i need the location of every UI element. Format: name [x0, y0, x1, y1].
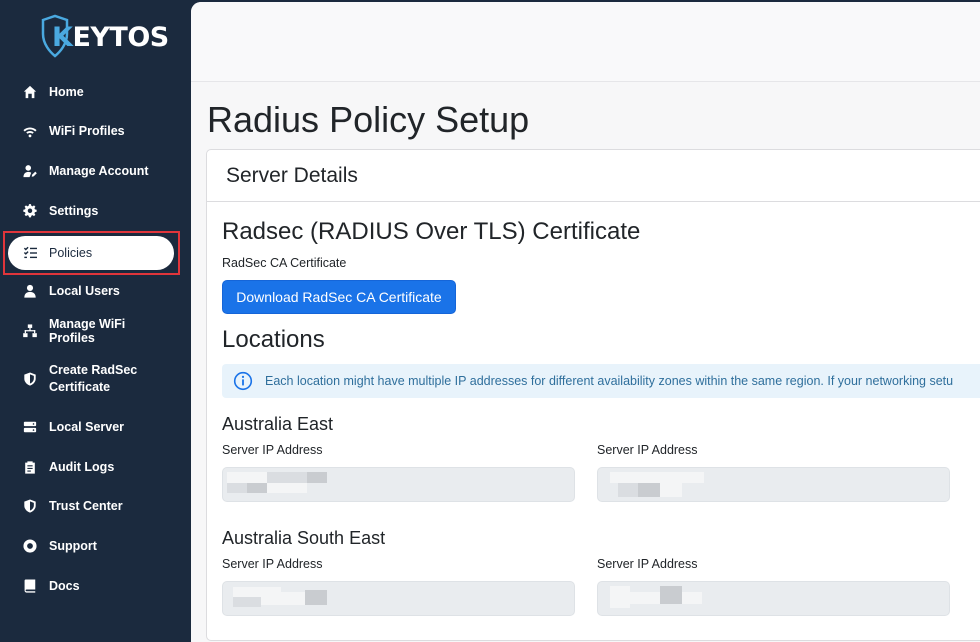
sidebar-item-settings[interactable]: Settings: [8, 194, 174, 228]
sidebar-item-label: Create RadSec Certificate: [49, 363, 138, 394]
sidebar-item-wifi-profiles[interactable]: WiFi Profiles: [8, 114, 174, 148]
redacted-block: [638, 483, 660, 497]
download-radsec-ca-button[interactable]: Download RadSec CA Certificate: [222, 280, 456, 314]
sidebar-item-home[interactable]: Home: [8, 75, 174, 109]
redacted-block: [610, 586, 630, 608]
user-icon: [22, 283, 38, 299]
sidebar-item-local-server[interactable]: Local Server: [8, 410, 174, 444]
redacted-block: [660, 483, 682, 497]
field-label: Server IP Address: [222, 557, 323, 571]
highlight-outline: [3, 231, 180, 275]
redacted-block: [618, 483, 638, 497]
sidebar-item-label: Settings: [49, 204, 99, 218]
sidebar-item-support[interactable]: Support: [8, 529, 174, 563]
sidebar-item-label: Manage WiFi Profiles: [49, 317, 126, 345]
sidebar-item-label: Docs: [49, 579, 80, 593]
redacted-block: [261, 592, 305, 605]
keytos-logo[interactable]: KEYTOS: [40, 14, 170, 62]
region-title: Australia South East: [222, 528, 386, 548]
field-label: Server IP Address: [597, 557, 698, 571]
logo-text: KEYTOS: [52, 22, 169, 53]
sidebar-item-label: Home: [49, 85, 84, 99]
sidebar-item-label: Trust Center: [49, 499, 123, 513]
sidebar-item-manage-wifi-profiles[interactable]: Manage WiFi Profiles: [8, 314, 174, 348]
redacted-block: [247, 483, 267, 493]
sidebar-item-local-users[interactable]: Local Users: [8, 274, 174, 308]
network-icon: [22, 323, 38, 339]
life-ring-icon: [22, 538, 38, 554]
sidebar-item-label: Local Users: [49, 284, 120, 298]
cert-label: RadSec CA Certificate: [222, 256, 347, 270]
redacted-block: [640, 472, 704, 483]
sidebar-item-label: Audit Logs: [49, 460, 115, 474]
info-icon: [233, 371, 253, 391]
field-label: Server IP Address: [597, 443, 698, 457]
sidebar-item-label: Local Server: [49, 420, 125, 434]
user-edit-icon: [22, 163, 38, 179]
wifi-icon: [22, 123, 38, 139]
server-icon: [22, 419, 38, 435]
sidebar-item-create-radsec-certificate[interactable]: Create RadSec Certificate: [8, 359, 174, 399]
info-text: Each location might have multiple IP add…: [265, 374, 954, 388]
redacted-block: [227, 472, 267, 483]
redacted-block: [305, 590, 327, 605]
sidebar: KEYTOS Home WiFi Profiles Manage Account…: [0, 0, 191, 642]
redacted-block: [610, 472, 640, 483]
top-bar: [191, 2, 980, 82]
sidebar-item-label: Manage Account: [49, 164, 149, 178]
field-label: Server IP Address: [222, 443, 323, 457]
server-ip-field[interactable]: [597, 467, 950, 502]
home-icon: [22, 84, 38, 100]
redacted-block: [267, 483, 307, 493]
redacted-block: [682, 592, 702, 604]
region-title: Australia East: [222, 414, 334, 434]
sidebar-item-label: WiFi Profiles: [49, 124, 125, 138]
locations-title: Locations: [222, 326, 325, 353]
server-ip-field[interactable]: [222, 581, 575, 616]
server-details-card: Server Details Radsec (RADIUS Over TLS) …: [206, 149, 980, 641]
sidebar-item-docs[interactable]: Docs: [8, 569, 174, 603]
redacted-block: [307, 472, 327, 483]
main-content: Radius Policy Setup Server Details Radse…: [191, 2, 980, 642]
sidebar-item-manage-account[interactable]: Manage Account: [8, 154, 174, 188]
server-ip-field[interactable]: [597, 581, 950, 616]
shield-icon: [22, 371, 38, 387]
sidebar-item-trust-center[interactable]: Trust Center: [8, 489, 174, 523]
redacted-block: [227, 483, 247, 493]
redacted-block: [267, 472, 307, 483]
cert-section-title: Radsec (RADIUS Over TLS) Certificate: [222, 218, 641, 245]
clipboard-icon: [22, 459, 38, 475]
book-icon: [22, 578, 38, 594]
sidebar-item-label: Support: [49, 539, 97, 553]
server-ip-field[interactable]: [222, 467, 575, 502]
sidebar-item-audit-logs[interactable]: Audit Logs: [8, 450, 174, 484]
page-title: Radius Policy Setup: [207, 99, 530, 140]
gear-icon: [22, 203, 38, 219]
redacted-block: [660, 586, 682, 604]
redacted-block: [630, 592, 660, 604]
redacted-block: [233, 597, 261, 607]
card-header: Server Details: [207, 150, 980, 202]
info-alert: Each location might have multiple IP add…: [222, 364, 980, 398]
shield-icon: [22, 498, 38, 514]
